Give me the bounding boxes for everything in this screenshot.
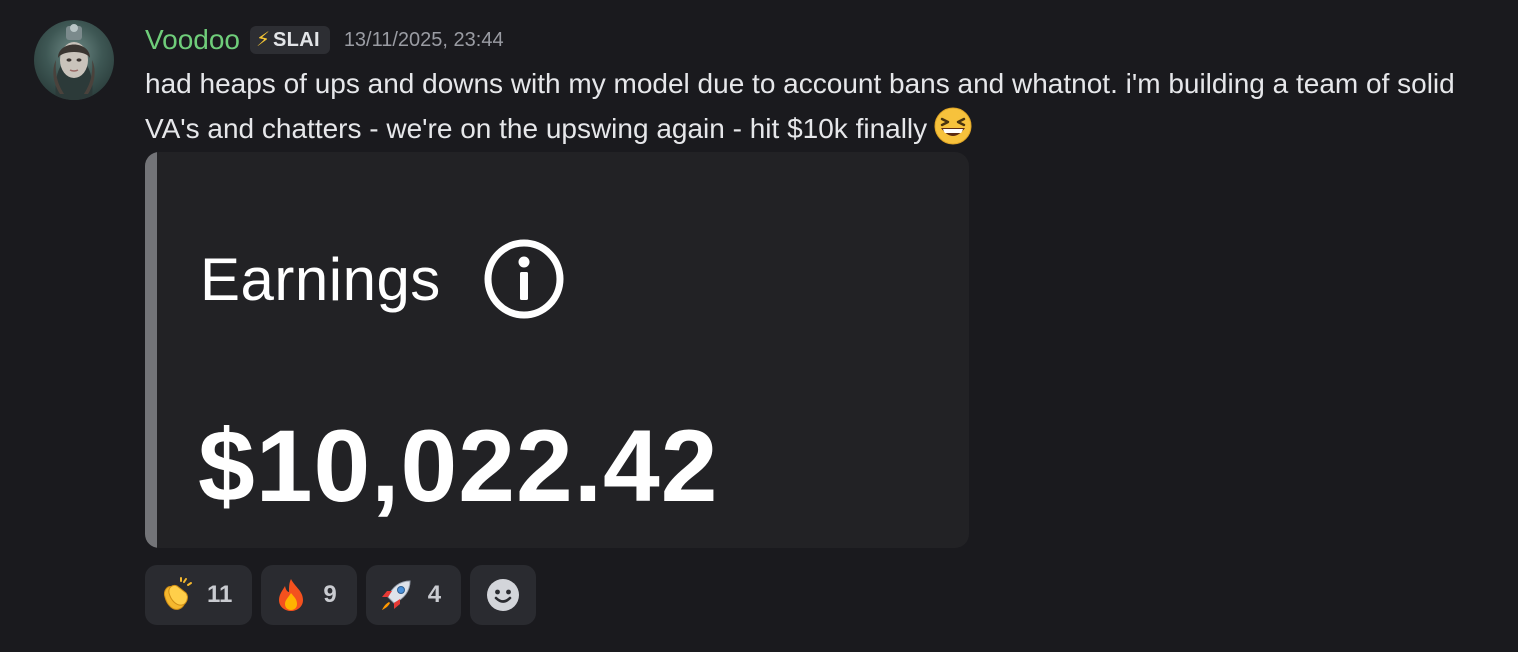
role-tag-label: SLAI — [273, 28, 320, 51]
reaction-count: 9 — [323, 581, 337, 608]
laughing-face-emoji — [931, 106, 975, 146]
username[interactable]: Voodoo — [145, 24, 240, 56]
fire-emoji — [273, 577, 309, 613]
earnings-image-embed[interactable]: Earnings $10,022.42 — [145, 152, 969, 548]
reaction-fire[interactable]: 9 — [261, 565, 357, 625]
add-reaction-button[interactable] — [470, 565, 537, 625]
lightning-bolt-icon: ⚡ — [256, 29, 271, 51]
info-circle-icon — [483, 238, 565, 320]
reaction-clapping-hands[interactable]: 11 — [145, 565, 253, 625]
earnings-title: Earnings — [200, 245, 441, 313]
avatar-image — [53, 24, 95, 100]
embed-accent-bar — [145, 152, 157, 548]
earnings-amount: $10,022.42 — [198, 409, 719, 523]
message-text: had heaps of ups and downs with my model… — [145, 68, 1455, 144]
chat-message: Voodoo ⚡ SLAI 13/11/2025, 23:44 had heap… — [0, 0, 1518, 652]
message-content: had heaps of ups and downs with my model… — [145, 62, 1505, 151]
clapping-hands-emoji — [157, 577, 193, 613]
reaction-rocket[interactable]: 4 — [365, 565, 462, 625]
avatar[interactable] — [34, 20, 114, 100]
reaction-count: 4 — [427, 581, 442, 608]
reactions-bar: 11 9 4 — [145, 565, 537, 625]
reaction-count: 11 — [207, 581, 233, 608]
add-reaction-smiley-icon — [487, 579, 520, 611]
timestamp[interactable]: 13/11/2025, 23:44 — [344, 29, 504, 52]
role-tag[interactable]: ⚡ SLAI — [250, 26, 330, 54]
message-header: Voodoo ⚡ SLAI 13/11/2025, 23:44 — [145, 22, 504, 58]
rocket-emoji — [378, 577, 414, 613]
earnings-header: Earnings — [200, 238, 565, 320]
